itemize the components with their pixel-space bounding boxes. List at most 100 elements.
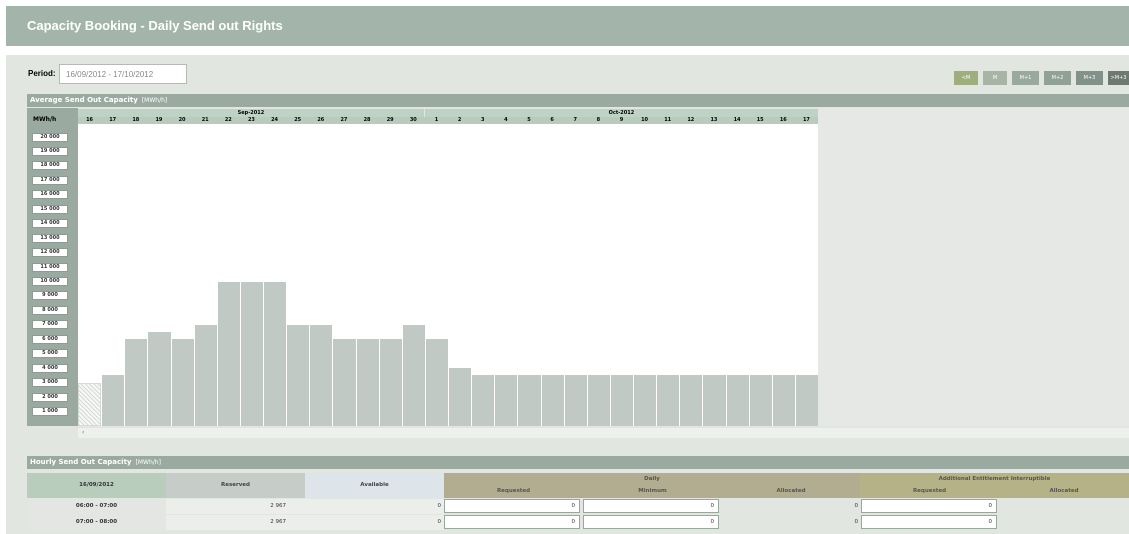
chart-bar[interactable] xyxy=(494,375,518,426)
chart-bar[interactable] xyxy=(78,382,102,426)
chart-bar[interactable] xyxy=(633,375,657,426)
current-month-button[interactable]: M xyxy=(983,71,1007,85)
chart-bar[interactable] xyxy=(794,375,818,426)
chart-section-unit: [MWh/h] xyxy=(141,97,168,104)
add-requested-input[interactable]: 0 xyxy=(861,499,997,513)
day-label: 29 xyxy=(386,117,394,123)
month-plus-2-button[interactable]: M+2 xyxy=(1044,71,1071,85)
row-time: 07:00 - 08:00 xyxy=(27,515,166,530)
chart-bar[interactable] xyxy=(563,375,587,426)
chart-bar[interactable] xyxy=(124,339,148,426)
chart-bar[interactable] xyxy=(239,281,263,426)
reserved-value: 2 967 xyxy=(270,503,286,509)
month-label: Oct-2012 xyxy=(424,109,818,117)
chart-bar[interactable] xyxy=(656,375,680,426)
day-label: 18 xyxy=(132,117,140,123)
chart-section-header: Average Send Out Capacity [MWh/h] xyxy=(27,94,1129,107)
day-label: 28 xyxy=(363,117,371,123)
additional-requested-label: Requested xyxy=(912,488,947,494)
available-value: 0 xyxy=(437,519,442,525)
daily-label: Daily xyxy=(644,476,660,482)
day-label: 25 xyxy=(294,117,302,123)
day-label: 12 xyxy=(687,117,695,123)
daily-requested-label: Requested xyxy=(496,488,531,494)
day-label: 20 xyxy=(178,117,186,123)
scroll-left-arrow-icon[interactable]: ‹ xyxy=(82,428,84,438)
add-requested-input[interactable]: 0 xyxy=(861,515,997,529)
y-tick-label: 8 000 xyxy=(32,305,68,315)
chart-bar[interactable] xyxy=(748,375,772,426)
chart-bar[interactable] xyxy=(517,375,541,426)
y-tick-label: 14 000 xyxy=(32,219,68,229)
y-tick-label: 18 000 xyxy=(32,161,68,171)
available-value: 0 xyxy=(437,503,442,509)
day-label: 11 xyxy=(664,117,672,123)
available-header: Available xyxy=(305,473,444,498)
day-label: 4 xyxy=(504,117,508,123)
day-label: 5 xyxy=(527,117,531,123)
month-beyond-3-button[interactable]: >M+3 xyxy=(1108,71,1129,85)
chart-bar[interactable] xyxy=(216,281,240,426)
chart-bar[interactable] xyxy=(702,375,726,426)
period-field[interactable]: 16/09/2012 - 17/10/2012 xyxy=(59,64,187,84)
chart-bar[interactable] xyxy=(378,339,402,426)
chart-bar[interactable] xyxy=(540,375,564,426)
chart-bar[interactable] xyxy=(101,375,125,426)
chart-bar[interactable] xyxy=(309,324,333,426)
chart-bar[interactable] xyxy=(286,324,310,426)
chart-scrollbar[interactable]: ‹ xyxy=(78,428,1129,438)
day-label: 10 xyxy=(641,117,649,123)
requested-input[interactable]: 0 xyxy=(444,515,580,529)
month-plus-1-button[interactable]: M+1 xyxy=(1012,71,1039,85)
reserved-header: Reserved xyxy=(166,473,305,498)
chart-bar[interactable] xyxy=(401,324,425,426)
day-label: 22 xyxy=(224,117,232,123)
chart-bar[interactable] xyxy=(332,339,356,426)
y-tick-label: 15 000 xyxy=(32,204,68,214)
chart-bar[interactable] xyxy=(263,281,287,426)
chart-bar[interactable] xyxy=(170,339,194,426)
chart-bar[interactable] xyxy=(448,368,472,426)
minimum-input[interactable]: 0 xyxy=(583,515,719,529)
y-tick-label: 13 000 xyxy=(32,233,68,243)
day-label: 17 xyxy=(802,117,810,123)
chart-bar[interactable] xyxy=(147,332,171,426)
day-label: 27 xyxy=(340,117,348,123)
month-plus-3-button[interactable]: M+3 xyxy=(1076,71,1103,85)
minimum-input[interactable]: 0 xyxy=(583,499,719,513)
hourly-section-header: Hourly Send Out Capacity [MWh/h] xyxy=(27,456,1129,469)
day-label: 21 xyxy=(201,117,209,123)
prev-month-button[interactable]: <M xyxy=(954,71,978,85)
chart-bar[interactable] xyxy=(771,375,795,426)
daily-allocated-label: Allocated xyxy=(776,488,806,494)
day-label: 8 xyxy=(596,117,601,123)
y-tick-label: 11 000 xyxy=(32,262,68,272)
hourly-section-title: Hourly Send Out Capacity xyxy=(30,458,132,466)
chart-bar[interactable] xyxy=(193,324,217,426)
day-label: 23 xyxy=(247,117,255,123)
allocated-value: 0 xyxy=(854,519,859,525)
y-tick-label: 10 000 xyxy=(32,277,68,286)
day-label: 30 xyxy=(409,117,417,123)
chart-bar[interactable] xyxy=(725,375,749,426)
chart-bar[interactable] xyxy=(609,375,633,426)
day-label: 2 xyxy=(457,117,462,123)
y-tick-label: 9 000 xyxy=(32,291,68,301)
y-axis-label: MWh/h xyxy=(33,116,57,123)
day-label: 17 xyxy=(109,117,117,123)
chart-bar[interactable] xyxy=(471,375,495,426)
day-label: 16 xyxy=(86,117,94,123)
chart-bar[interactable] xyxy=(586,375,610,426)
y-tick-label: 3 000 xyxy=(32,378,68,388)
requested-input[interactable]: 0 xyxy=(444,499,580,513)
y-tick-label: 1 000 xyxy=(32,407,68,417)
y-tick-label: 4 000 xyxy=(32,363,68,373)
chart-bar[interactable] xyxy=(355,339,379,426)
chart-bar[interactable] xyxy=(424,339,448,426)
period-label: Period: xyxy=(28,69,56,78)
day-label: 3 xyxy=(480,117,485,123)
chart-bar[interactable] xyxy=(679,375,703,426)
additional-allocated-label: Allocated xyxy=(1049,488,1079,494)
y-tick-label: 16 000 xyxy=(32,190,68,200)
chart-empty-area xyxy=(818,108,1129,426)
